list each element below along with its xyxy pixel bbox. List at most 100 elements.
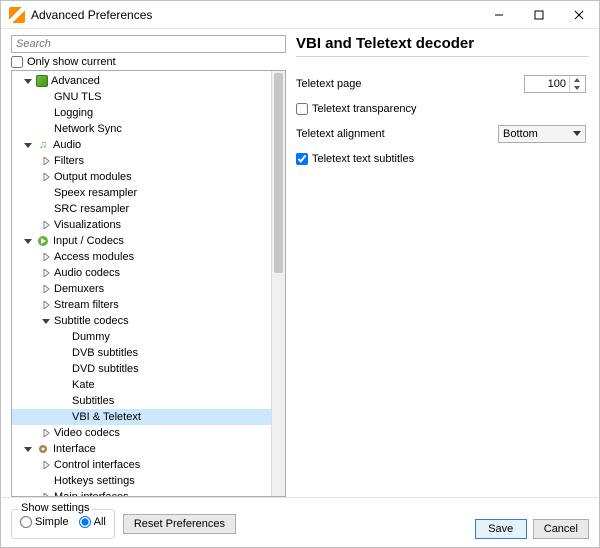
twisty-closed-icon[interactable]: [40, 155, 52, 167]
tree-item-label: Hotkeys settings: [54, 475, 135, 487]
twisty-none: [40, 475, 52, 487]
twisty-none: [58, 379, 70, 391]
tree-item[interactable]: Speex resampler: [12, 185, 271, 201]
tree-scrollbar[interactable]: [271, 71, 285, 496]
tree-item[interactable]: SRC resampler: [12, 201, 271, 217]
tree-item[interactable]: ♫Audio: [12, 137, 271, 153]
play-icon: [36, 234, 50, 248]
teletext-transparency-checkbox[interactable]: [296, 103, 308, 115]
tree-item-label: VBI & Teletext: [72, 411, 141, 423]
cancel-button[interactable]: Cancel: [533, 519, 589, 539]
teletext-text-subtitles[interactable]: Teletext text subtitles: [296, 153, 414, 165]
twisty-closed-icon[interactable]: [40, 459, 52, 471]
tree-item[interactable]: Video codecs: [12, 425, 271, 441]
preferences-tree[interactable]: AdvancedGNU TLSLoggingNetwork Sync♫Audio…: [12, 71, 271, 496]
tree-item[interactable]: Subtitle codecs: [12, 313, 271, 329]
twisty-open-icon[interactable]: [22, 443, 34, 455]
twisty-none: [40, 203, 52, 215]
tree-item-label: DVB subtitles: [72, 347, 138, 359]
spin-up-icon[interactable]: [570, 76, 583, 84]
tree-item[interactable]: Access modules: [12, 249, 271, 265]
only-show-current[interactable]: Only show current: [11, 56, 286, 68]
section-title: VBI and Teletext decoder: [296, 35, 589, 52]
body: Only show current Advanced GNU TLS Logging…: [1, 29, 599, 497]
tree-item-label: Subtitles: [72, 395, 114, 407]
tree-item[interactable]: VBI & Teletext: [12, 409, 271, 425]
twisty-none: [40, 123, 52, 135]
twisty-closed-icon[interactable]: [40, 427, 52, 439]
close-button[interactable]: [559, 1, 599, 29]
tree-item[interactable]: DVB subtitles: [12, 345, 271, 361]
twisty-open-icon[interactable]: [22, 235, 34, 247]
teletext-page-label: Teletext page: [296, 78, 524, 90]
twisty-open-icon[interactable]: [22, 75, 34, 87]
window: Advanced Preferences Only show current: [0, 0, 600, 548]
tree-item[interactable]: Logging: [12, 105, 271, 121]
twisty-closed-icon[interactable]: [40, 251, 52, 263]
tree-item[interactable]: Audio codecs: [12, 265, 271, 281]
window-buttons: [479, 1, 599, 29]
spin-down-icon[interactable]: [570, 84, 583, 92]
teletext-alignment-select[interactable]: Bottom: [498, 125, 586, 143]
teletext-transparency-label: Teletext transparency: [312, 103, 417, 115]
all-radio-input[interactable]: [79, 516, 91, 528]
tree-item[interactable]: Interface: [12, 441, 271, 457]
tree-item[interactable]: Control interfaces: [12, 457, 271, 473]
panes: Only show current Advanced GNU TLS Logging…: [11, 35, 589, 497]
tree-item[interactable]: Visualizations: [12, 217, 271, 233]
reset-preferences-button[interactable]: Reset Preferences: [123, 514, 236, 534]
tree-item[interactable]: Advanced: [12, 73, 271, 89]
show-settings-legend: Show settings: [18, 502, 92, 514]
twisty-closed-icon[interactable]: [40, 491, 52, 496]
teletext-page-spinbox[interactable]: [524, 75, 586, 93]
tree-item-label: GNU TLS: [54, 91, 101, 103]
twisty-closed-icon[interactable]: [40, 299, 52, 311]
tree-item[interactable]: Main interfaces: [12, 489, 271, 496]
tree-item[interactable]: Filters: [12, 153, 271, 169]
right-pane: VBI and Teletext decoder Teletext page: [296, 35, 589, 497]
tree-item[interactable]: Input / Codecs: [12, 233, 271, 249]
maximize-button[interactable]: [519, 1, 559, 29]
tree-scrollbar-thumb[interactable]: [274, 73, 283, 273]
minimize-button[interactable]: [479, 1, 519, 29]
tree-item[interactable]: Kate: [12, 377, 271, 393]
tree-item[interactable]: Network Sync: [12, 121, 271, 137]
tree-item[interactable]: DVD subtitles: [12, 361, 271, 377]
tree-item-label: Visualizations: [54, 219, 121, 231]
twisty-none: [58, 411, 70, 423]
only-show-current-checkbox[interactable]: [11, 56, 23, 68]
twisty-closed-icon[interactable]: [40, 267, 52, 279]
tree-item-label: Video codecs: [54, 427, 120, 439]
twisty-closed-icon[interactable]: [40, 171, 52, 183]
tree-item[interactable]: Dummy: [12, 329, 271, 345]
music-note-icon: ♫: [36, 138, 50, 152]
tree-item-label: Audio codecs: [54, 267, 120, 279]
teletext-text-subtitles-label: Teletext text subtitles: [312, 153, 414, 165]
twisty-closed-icon[interactable]: [40, 219, 52, 231]
tree-item[interactable]: Stream filters: [12, 297, 271, 313]
teletext-page-input[interactable]: [525, 78, 569, 90]
save-button[interactable]: Save: [475, 519, 527, 539]
tree-item[interactable]: Hotkeys settings: [12, 473, 271, 489]
twisty-none: [58, 347, 70, 359]
tree-item[interactable]: Output modules: [12, 169, 271, 185]
search-input[interactable]: [11, 35, 286, 53]
twisty-closed-icon[interactable]: [40, 283, 52, 295]
tree-item[interactable]: Subtitles: [12, 393, 271, 409]
twisty-none: [58, 395, 70, 407]
tree-item-label: Advanced: [51, 75, 100, 87]
twisty-none: [40, 107, 52, 119]
simple-radio-input[interactable]: [20, 516, 32, 528]
teletext-transparency[interactable]: Teletext transparency: [296, 103, 417, 115]
twisty-none: [58, 363, 70, 375]
twisty-open-icon[interactable]: [40, 315, 52, 327]
simple-radio[interactable]: Simple: [20, 516, 69, 528]
tree-item-label: Filters: [54, 155, 84, 167]
tree-item[interactable]: Demuxers: [12, 281, 271, 297]
twisty-open-icon[interactable]: [22, 139, 34, 151]
tree-item-label: Demuxers: [54, 283, 104, 295]
tree-item[interactable]: GNU TLS: [12, 89, 271, 105]
all-radio[interactable]: All: [79, 516, 106, 528]
teletext-text-subtitles-checkbox[interactable]: [296, 153, 308, 165]
tree-item-label: Output modules: [54, 171, 132, 183]
